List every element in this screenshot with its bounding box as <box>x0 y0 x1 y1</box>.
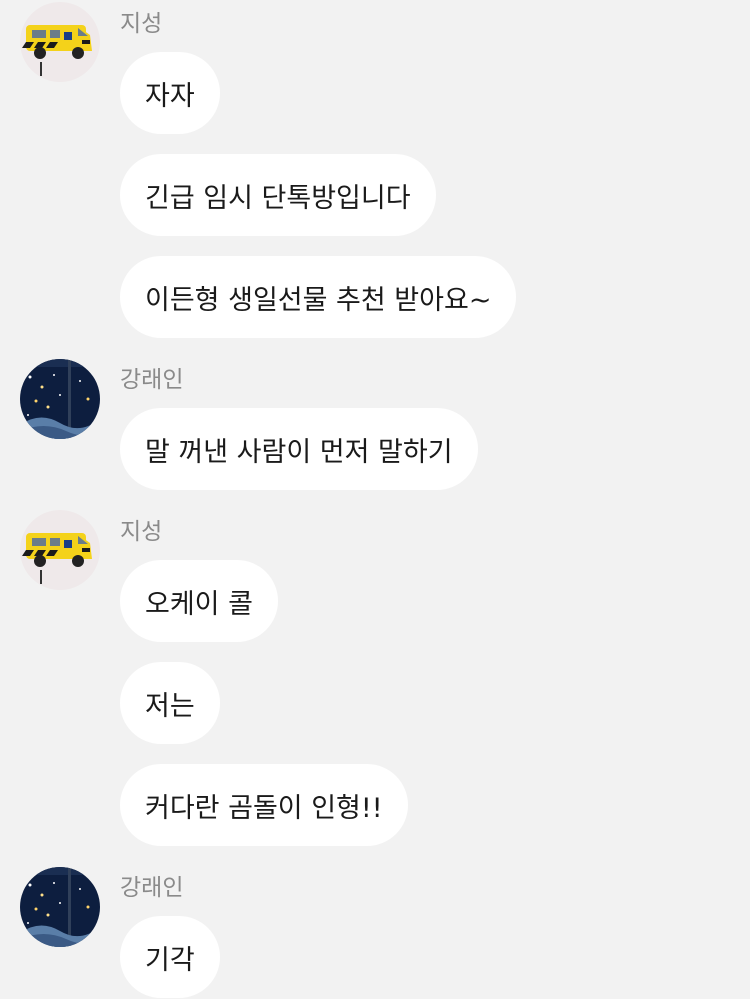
sender-name: 강래인 <box>120 875 184 901</box>
sender-name: 강래인 <box>120 367 184 393</box>
message-bubble[interactable]: 말 꺼낸 사람이 먼저 말하기 <box>120 408 478 490</box>
message-bubble[interactable]: 자자 <box>120 52 220 134</box>
message-bubble[interactable]: 이든형 생일선물 추천 받아요~ <box>120 256 517 338</box>
ambulance-avatar-icon[interactable] <box>20 2 100 82</box>
night-sky-avatar-icon[interactable] <box>20 359 100 439</box>
night-sky-avatar-icon[interactable] <box>20 867 100 947</box>
ambulance-avatar-icon[interactable] <box>20 510 100 590</box>
message-bubble[interactable]: 긴급 임시 단톡방입니다 <box>120 154 436 236</box>
sender-name: 지성 <box>120 519 163 545</box>
message-bubble[interactable]: 오케이 콜 <box>120 560 278 642</box>
sender-name: 지성 <box>120 11 163 37</box>
message-bubble[interactable]: 커다란 곰돌이 인형!! <box>120 764 408 846</box>
message-bubble[interactable]: 저는 <box>120 662 220 744</box>
message-bubble[interactable]: 기각 <box>120 916 220 998</box>
